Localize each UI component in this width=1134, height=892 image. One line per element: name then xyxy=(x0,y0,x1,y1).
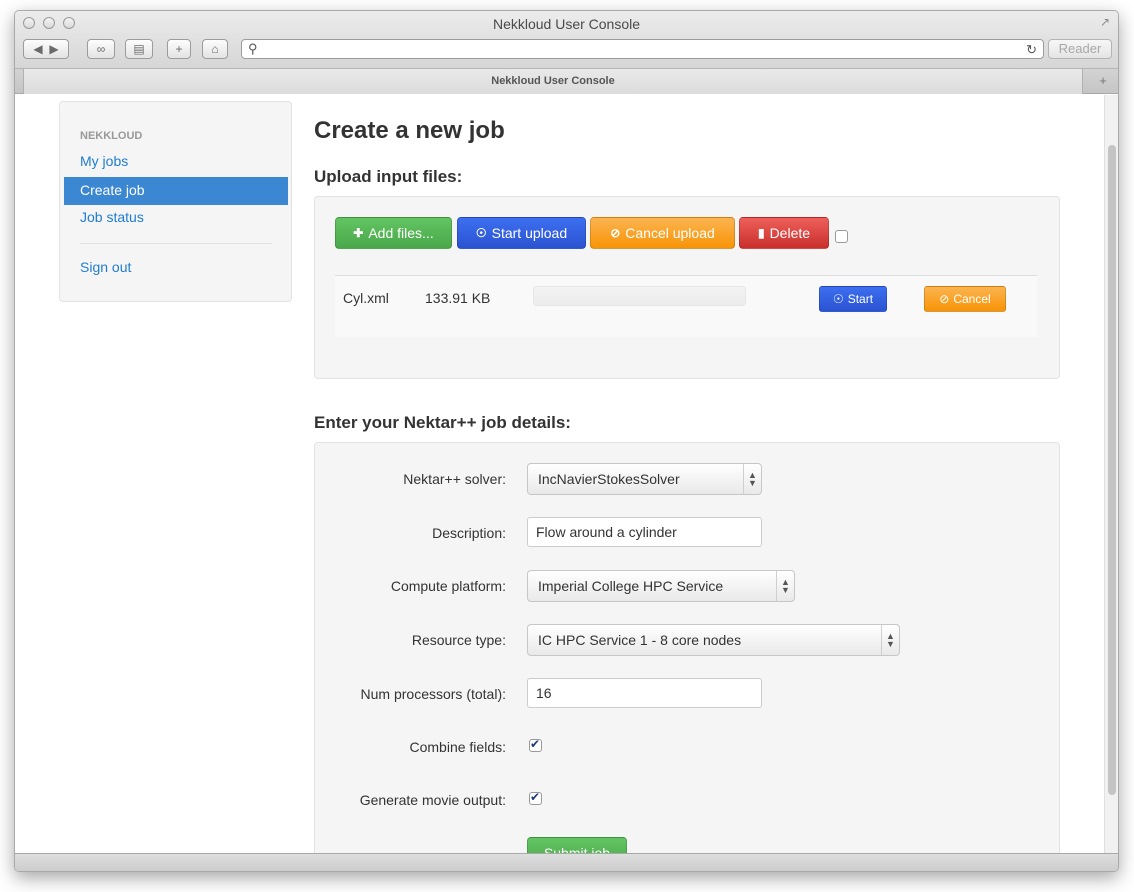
select-all-checkbox[interactable] xyxy=(835,230,848,243)
reload-icon[interactable]: ↻ xyxy=(1026,42,1037,58)
select-arrows-icon: ▲ ▼ xyxy=(776,571,794,601)
resource-select[interactable]: IC HPC Service 1 - 8 core nodes ▲ ▼ xyxy=(527,624,900,656)
forward-icon[interactable]: ▶ xyxy=(49,42,58,56)
reading-list-button[interactable]: ∞ xyxy=(87,39,115,59)
solver-select[interactable]: IncNavierStokesSolver ▲ ▼ xyxy=(527,463,762,495)
status-bar xyxy=(15,853,1118,871)
reader-button[interactable]: Reader xyxy=(1048,39,1112,59)
movie-label: Generate movie output: xyxy=(359,792,506,808)
start-upload-button[interactable]: ☉ Start upload xyxy=(457,217,586,249)
description-label: Description: xyxy=(432,525,506,541)
back-icon[interactable]: ◀ xyxy=(33,42,42,56)
file-row: Cyl.xml 133.91 KB ☉ Start ⊘ Cancel xyxy=(335,275,1037,337)
delete-button[interactable]: ▮ Delete xyxy=(739,217,829,249)
fullscreen-icon[interactable]: ↗ xyxy=(1100,15,1110,29)
combine-fields-checkbox[interactable] xyxy=(529,737,542,752)
upload-icon: ☉ xyxy=(475,226,487,240)
page-title: Create a new job xyxy=(314,117,505,144)
procs-label: Num processors (total): xyxy=(360,686,506,702)
printer-icon: ▤ xyxy=(133,42,145,56)
description-input[interactable]: Flow around a cylinder xyxy=(527,517,762,547)
plus-icon: ✚ xyxy=(353,226,364,240)
sidebar-divider xyxy=(80,243,272,244)
procs-input[interactable]: 16 xyxy=(527,678,762,708)
address-bar[interactable]: ⚲ ↻ xyxy=(241,39,1044,59)
scrollbar-thumb[interactable] xyxy=(1108,145,1116,795)
vertical-scrollbar[interactable] xyxy=(1104,95,1118,855)
home-button[interactable]: ⌂ xyxy=(202,39,228,59)
upload-heading: Upload input files: xyxy=(314,167,463,186)
job-details-form: Nektar++ solver: IncNavierStokesSolver ▲… xyxy=(314,442,1060,855)
resource-label: Resource type: xyxy=(411,632,506,648)
sidebar-item-job-status[interactable]: Job status xyxy=(64,204,288,232)
new-tab-icon[interactable]: + xyxy=(1092,71,1114,91)
combine-label: Combine fields: xyxy=(409,739,507,755)
movie-output-checkbox[interactable] xyxy=(529,790,542,805)
glasses-icon: ∞ xyxy=(96,42,106,56)
sidebar-item-my-jobs[interactable]: My jobs xyxy=(64,148,288,176)
ban-icon: ⊘ xyxy=(610,226,621,240)
platform-select[interactable]: Imperial College HPC Service ▲ ▼ xyxy=(527,570,795,602)
tab-nekkloud[interactable]: Nekkloud User Console xyxy=(23,69,1083,94)
home-icon: ⌂ xyxy=(211,42,219,56)
browser-window: Nekkloud User Console ↗ ◀ ▶ ∞ ▤ + ⌂ ⚲ ↻ … xyxy=(14,10,1119,872)
upload-icon: ☉ xyxy=(832,292,844,306)
file-name: Cyl.xml xyxy=(343,290,389,306)
cancel-upload-button[interactable]: ⊘ Cancel upload xyxy=(590,217,735,249)
upload-panel: ✚ Add files... ☉ Start upload ⊘ Cancel uplo… xyxy=(314,196,1060,379)
page-content: NEKKLOUD My jobs Create job Job status S… xyxy=(15,95,1105,855)
trash-icon: ▮ xyxy=(757,226,765,240)
title-bar: Nekkloud User Console ↗ ◀ ▶ ∞ ▤ + ⌂ ⚲ ↻ … xyxy=(15,11,1118,69)
file-start-button[interactable]: ☉ Start xyxy=(819,286,887,312)
ban-icon: ⊘ xyxy=(939,292,950,306)
file-cancel-button[interactable]: ⊘ Cancel xyxy=(924,286,1006,312)
upload-progress-bar xyxy=(533,286,746,306)
sidebar-item-create-job[interactable]: Create job xyxy=(64,177,288,205)
print-button[interactable]: ▤ xyxy=(125,39,153,59)
sidebar-header: NEKKLOUD xyxy=(80,130,143,142)
add-files-button[interactable]: ✚ Add files... xyxy=(335,217,452,249)
file-size: 133.91 KB xyxy=(425,290,491,306)
select-arrows-icon: ▲ ▼ xyxy=(881,625,899,655)
tab-bar: Nekkloud User Console + xyxy=(15,69,1118,94)
search-icon: ⚲ xyxy=(248,41,258,56)
sidebar: NEKKLOUD My jobs Create job Job status S… xyxy=(59,101,292,302)
back-forward-buttons[interactable]: ◀ ▶ xyxy=(23,39,69,59)
add-bookmark-button[interactable]: + xyxy=(167,39,191,59)
solver-label: Nektar++ solver: xyxy=(403,471,506,487)
plus-icon: + xyxy=(175,42,183,56)
sidebar-item-sign-out[interactable]: Sign out xyxy=(64,254,288,282)
platform-label: Compute platform: xyxy=(390,578,506,594)
select-arrows-icon: ▲ ▼ xyxy=(743,464,761,494)
window-title: Nekkloud User Console xyxy=(492,16,641,32)
details-heading: Enter your Nektar++ job details: xyxy=(314,413,571,432)
